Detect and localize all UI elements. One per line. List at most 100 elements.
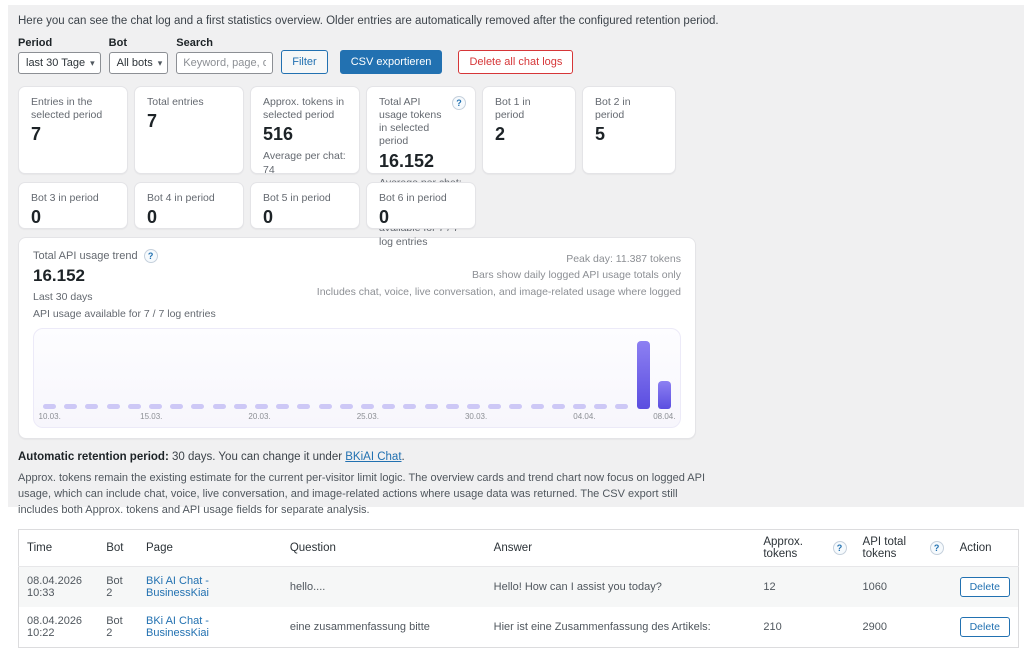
stat-card-entries-period: Entries in the selected period 7 (18, 86, 128, 174)
column-header-question: Question (282, 529, 486, 566)
chart-bar-zero (234, 404, 247, 409)
stat-card-api-usage-tokens: ? Total API usage tokens in selected per… (366, 86, 476, 174)
column-header-approx-tokens: Approx. tokens? (755, 529, 854, 566)
api-usage-trend-card: Total API usage trend ? 16.152 Last 30 d… (18, 237, 696, 439)
stat-card-value: 16.152 (379, 151, 463, 172)
cell-time: 08.04.2026 10:33 (19, 566, 99, 607)
chart-bar-zero (213, 404, 226, 409)
column-header-time: Time (19, 529, 99, 566)
help-icon[interactable]: ? (452, 96, 466, 110)
cell-api-total-tokens: 1060 (855, 566, 952, 607)
chart-bar-zero (552, 404, 565, 409)
admin-content: Here you can see the chat log and a firs… (8, 5, 1024, 507)
chart-bar-zero (255, 404, 268, 409)
cell-answer: Hello! How can I assist you today? (486, 566, 756, 607)
chart-bar-zero (403, 404, 416, 409)
chart-bars (43, 337, 671, 409)
stat-card-bot5: Bot 5 in period 0 (250, 182, 360, 229)
chart-bar-zero (319, 404, 332, 409)
trend-note-includes: Includes chat, voice, live conversation,… (317, 284, 681, 300)
stat-card-value: 0 (31, 207, 115, 228)
table-header-row: Time Bot Page Question Answer Approx. to… (19, 529, 1019, 566)
column-header-bot: Bot (98, 529, 138, 566)
x-axis-tick-label: 10.03. (39, 412, 61, 421)
x-axis-tick-label: 25.03. (357, 412, 379, 421)
chart-bar-zero (340, 404, 353, 409)
chart-bar-zero (128, 404, 141, 409)
chart-bar-zero (297, 404, 310, 409)
cell-approx-tokens: 210 (755, 607, 854, 648)
delete-all-chat-logs-button[interactable]: Delete all chat logs (458, 50, 573, 74)
stat-card-bot4: Bot 4 in period 0 (134, 182, 244, 229)
cell-bot: Bot 2 (98, 607, 138, 648)
stat-card-total-entries: Total entries 7 (134, 86, 244, 174)
stat-card-title: Bot 1 in period (495, 96, 563, 122)
chevron-down-icon: ▾ (90, 59, 95, 68)
table-row: 08.04.2026 10:33 Bot 2 BKi AI Chat - Bus… (19, 566, 1019, 607)
period-select[interactable]: last 30 Tage ▾ (18, 52, 101, 74)
trend-subtext: Last 30 days (33, 291, 216, 303)
search-label: Search (176, 37, 273, 49)
chart-bar-zero (64, 404, 77, 409)
stat-card-title: Total entries (147, 96, 231, 109)
stat-card-title: Bot 4 in period (147, 192, 231, 205)
page-link[interactable]: BKi AI Chat - BusinessKiai (146, 575, 209, 599)
chart-bar-zero (85, 404, 98, 409)
stat-card-value: 7 (31, 124, 115, 145)
csv-export-button[interactable]: CSV exportieren (340, 50, 443, 74)
chart-bar-zero (509, 404, 522, 409)
x-axis-tick-label: 30.03. (465, 412, 487, 421)
trend-notes: Peak day: 11.387 tokens Bars show daily … (317, 251, 681, 320)
chart-bar (637, 341, 650, 409)
page-link[interactable]: BKi AI Chat - BusinessKiai (146, 615, 209, 639)
trend-header: Total API usage trend ? 16.152 Last 30 d… (33, 249, 681, 320)
filter-button[interactable]: Filter (281, 50, 327, 74)
trend-note-peak: Peak day: 11.387 tokens (317, 251, 681, 267)
bot-select[interactable]: All bots ▾ (109, 52, 169, 74)
retention-note: Automatic retention period: 30 days. You… (18, 451, 1019, 463)
filter-bar: Period last 30 Tage ▾ Bot All bots ▾ Sea… (18, 37, 1019, 74)
help-icon[interactable]: ? (930, 541, 944, 555)
stat-card-value: 2 (495, 124, 563, 145)
trend-note-bars: Bars show daily logged API usage totals … (317, 267, 681, 283)
chart-bar-zero (488, 404, 501, 409)
intro-text: Here you can see the chat log and a firs… (18, 15, 1019, 27)
column-header-action: Action (952, 529, 1019, 566)
help-icon[interactable]: ? (144, 249, 158, 263)
bot-field: Bot All bots ▾ (109, 37, 169, 74)
cell-page: BKi AI Chat - BusinessKiai (138, 566, 282, 607)
column-header-label: API total tokens (863, 536, 925, 560)
period-label: Period (18, 37, 101, 49)
chart-bar-zero (276, 404, 289, 409)
stat-card-title: Bot 2 in period (595, 96, 663, 122)
retention-note-end: . (402, 451, 405, 463)
column-header-answer: Answer (486, 529, 756, 566)
stat-card-value: 0 (379, 207, 463, 228)
tokens-description: Approx. tokens remain the existing estim… (18, 471, 718, 519)
table-row: 08.04.2026 10:22 Bot 2 BKi AI Chat - Bus… (19, 607, 1019, 648)
cell-action: Delete (952, 566, 1019, 607)
delete-row-button[interactable]: Delete (960, 617, 1010, 637)
chart-bar-zero (382, 404, 395, 409)
cell-question: eine zusammenfassung bitte (282, 607, 486, 648)
chart-bar-zero (425, 404, 438, 409)
delete-row-button[interactable]: Delete (960, 577, 1010, 597)
x-axis-tick-label: 15.03. (140, 412, 162, 421)
chart-bar-zero (170, 404, 183, 409)
chart-bar-zero (191, 404, 204, 409)
x-axis-tick-label: 20.03. (248, 412, 270, 421)
stat-card-value: 0 (263, 207, 347, 228)
column-header-api-total-tokens: API total tokens? (855, 529, 952, 566)
stat-card-value: 0 (147, 207, 231, 228)
trend-subtext: API usage available for 7 / 7 log entrie… (33, 308, 216, 320)
trend-total-value: 16.152 (33, 266, 216, 286)
retention-note-bold: Automatic retention period: (18, 451, 169, 463)
chart-x-axis-ticks: 10.03.15.03.20.03.25.03.30.03.04.04.08.0… (43, 412, 671, 422)
bkiai-chat-settings-link[interactable]: BKiAI Chat (345, 451, 401, 463)
api-usage-bar-chart: 10.03.15.03.20.03.25.03.30.03.04.04.08.0… (33, 328, 681, 428)
cell-question: hello.... (282, 566, 486, 607)
stat-card-bot6: Bot 6 in period 0 (366, 182, 476, 229)
search-input[interactable] (176, 52, 273, 74)
stat-card-subtext: Average per chat: 74 (263, 150, 347, 177)
help-icon[interactable]: ? (833, 541, 847, 555)
